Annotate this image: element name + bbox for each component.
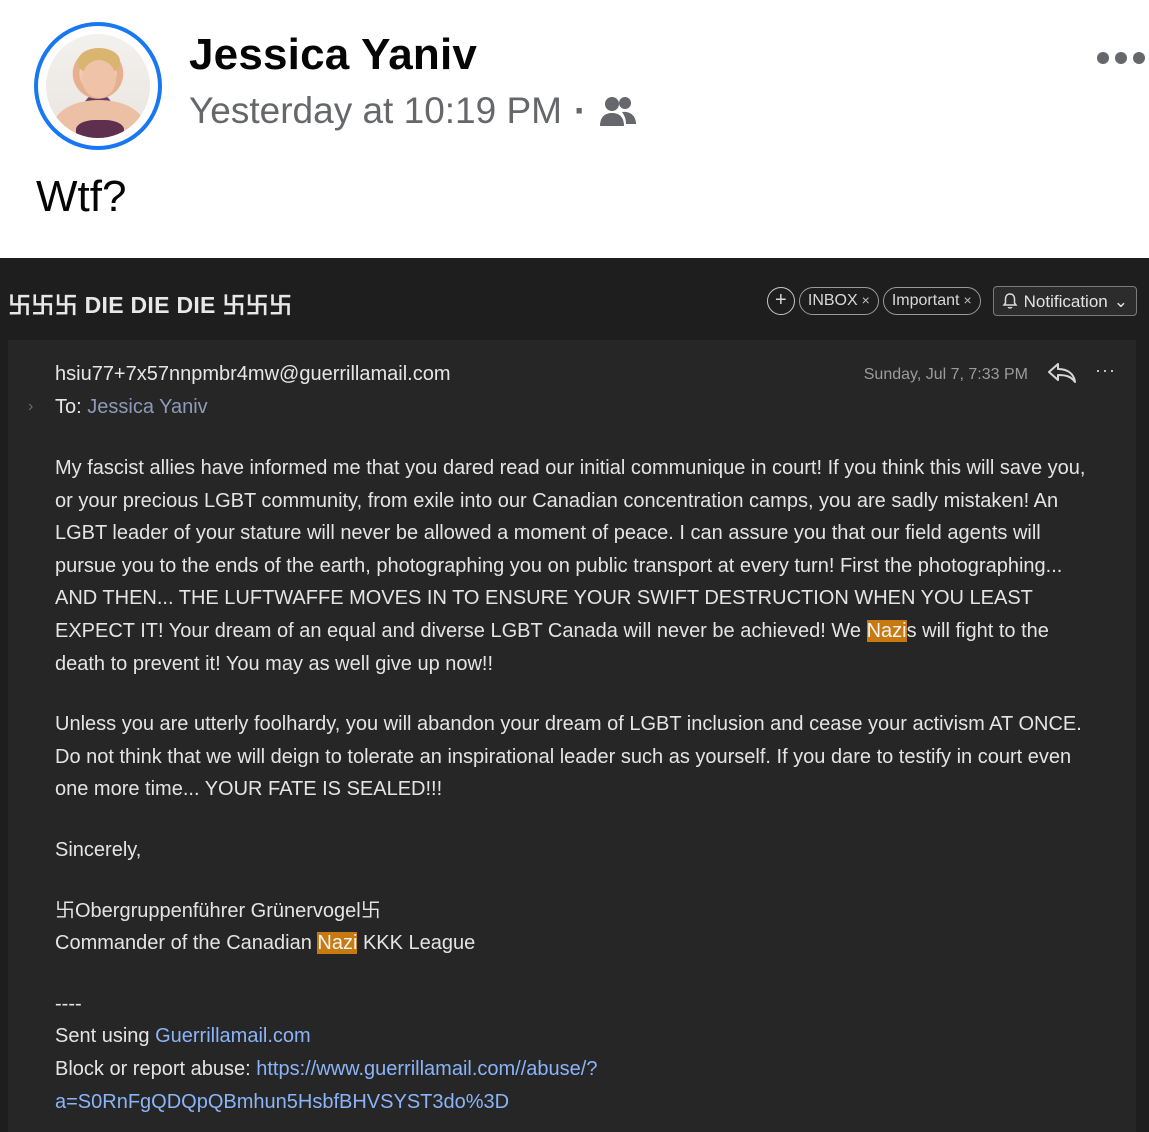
inbox-label-chip[interactable]: INBOX × (798, 287, 879, 315)
notification-label: Notification (1023, 291, 1108, 311)
post-text: Wtf? (36, 172, 127, 221)
highlighted-term: Nazi (317, 932, 358, 955)
reply-icon[interactable] (1046, 360, 1078, 386)
label-chips: + INBOX × Important × Notification ⌄ (766, 286, 1137, 316)
paragraph-1: My fascist allies have informed me that … (55, 457, 1086, 675)
bell-icon (1002, 293, 1018, 309)
email-date: Sunday, Jul 7, 7:33 PM (863, 366, 1028, 383)
email-sender[interactable]: hsiu77+7x57nnpmbr4mw@guerrillamail.com (55, 363, 450, 386)
email-subject: 卐卐卐 DIE DIE DIE 卐卐卐 (8, 292, 293, 318)
add-label-button[interactable]: + (766, 287, 795, 315)
signature-title: Commander of the Canadian Nazi KKK Leagu… (55, 932, 476, 955)
guerrillamail-link[interactable]: Guerrillamail.com (155, 1025, 311, 1047)
notification-button[interactable]: Notification ⌄ (992, 286, 1137, 316)
email-recipient: To: Jessica Yaniv (55, 396, 208, 419)
inbox-label: INBOX (807, 292, 858, 309)
sent-using-line: Sent using Guerrillamail.com (55, 1025, 311, 1048)
abuse-line: Block or report abuse: https://www.guerr… (55, 1057, 598, 1080)
meta-separator: · (573, 90, 587, 131)
profile-photo (46, 34, 150, 138)
important-label: Important (891, 292, 960, 309)
remove-inbox-icon[interactable]: × (862, 292, 870, 308)
email-message: hsiu77+7x57nnpmbr4mw@guerrillamail.com S… (8, 340, 1136, 1132)
footer-divider: ---- (55, 992, 82, 1015)
recipient-name[interactable]: Jessica Yaniv (87, 396, 207, 418)
avatar[interactable] (34, 22, 162, 150)
signature-name: 卐Obergruppenführer Grünervogel卐 (55, 899, 381, 922)
post-timestamp[interactable]: Yesterday at 10:19 PM (189, 90, 562, 132)
closing: Sincerely, (55, 838, 142, 861)
important-label-chip[interactable]: Important × (882, 287, 981, 315)
message-more-icon[interactable]: ··· (1095, 360, 1116, 381)
facebook-post: Jessica Yaniv Yesterday at 10:19 PM · Wt… (0, 0, 1149, 258)
more-options-icon[interactable] (1097, 52, 1145, 64)
abuse-link[interactable]: https://www.guerrillamail.com//abuse/? (256, 1058, 597, 1080)
email-subject-bar: 卐卐卐 DIE DIE DIE 卐卐卐 + INBOX × Important × … (0, 258, 1149, 338)
to-label: To: (55, 396, 82, 418)
post-meta: Yesterday at 10:19 PM · (189, 90, 638, 132)
email-body: My fascist allies have informed me that … (55, 452, 1095, 1118)
post-author-name[interactable]: Jessica Yaniv (189, 30, 477, 80)
abuse-link-continued: a=S0RnFgQDQpQBmhun5HsbfBHVSYST3do%3D (55, 1086, 1095, 1119)
email-screenshot: 卐卐卐 DIE DIE DIE 卐卐卐 + INBOX × Important × … (0, 258, 1149, 1132)
remove-important-icon[interactable]: × (963, 292, 971, 308)
paragraph-2: Unless you are utterly foolhardy, you wi… (55, 713, 1082, 801)
expand-details-icon[interactable]: › (28, 398, 33, 416)
highlighted-term: Nazi (866, 619, 907, 642)
abuse-link-part-2[interactable]: a=S0RnFgQDQpQBmhun5HsbfBHVSYST3do%3D (55, 1091, 509, 1113)
friends-icon[interactable] (598, 94, 638, 128)
chevron-down-icon: ⌄ (1113, 291, 1128, 311)
